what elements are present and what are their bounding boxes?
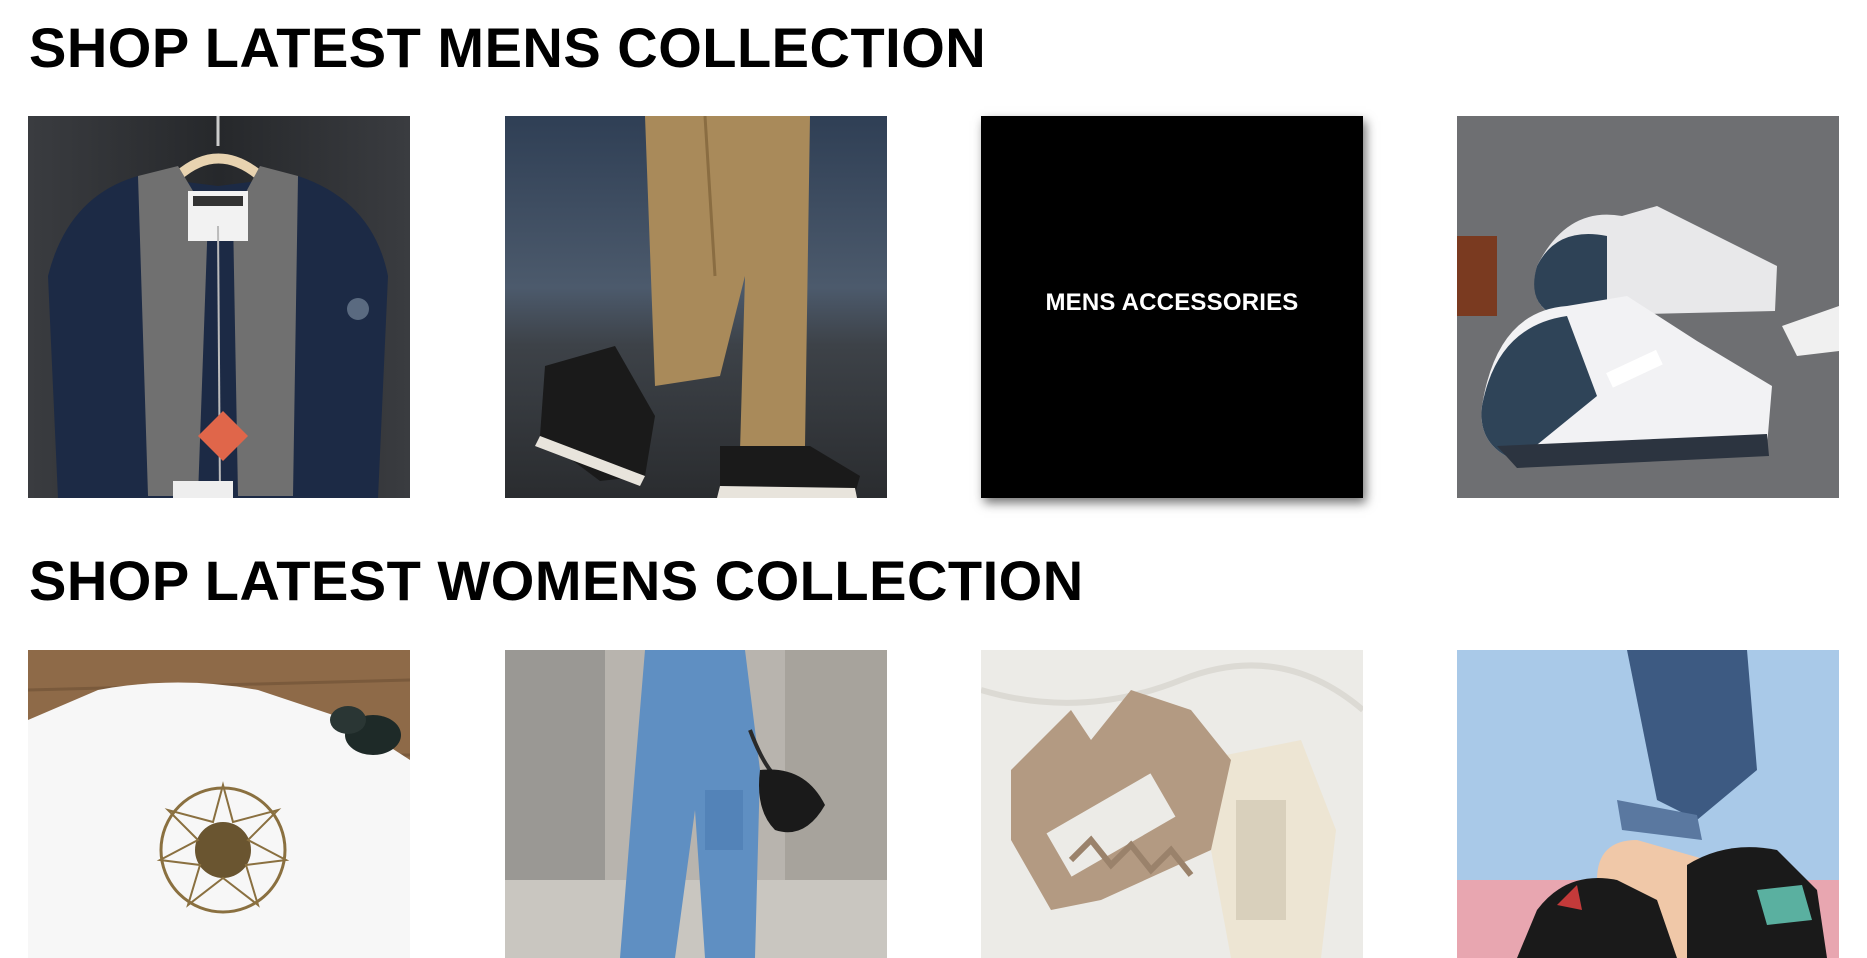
tshirt-image [28,650,410,958]
mens-pants-tile[interactable] [505,116,887,498]
pants-image [505,116,887,498]
womens-sneakers-image [1457,650,1839,958]
mens-jacket-tile[interactable] [28,116,410,498]
womens-collection-title: SHOP LATEST WOMENS COLLECTION [29,549,1084,612]
sneakers-image [1457,116,1839,498]
mens-sneakers-tile[interactable] [1457,116,1839,498]
mens-accessories-label: MENS ACCESSORIES [1045,289,1299,316]
womens-jeans-tile[interactable] [505,650,887,958]
womens-hair-claws-tile[interactable] [981,650,1363,958]
mens-collection-title: SHOP LATEST MENS COLLECTION [29,16,987,79]
jeans-image [505,650,887,958]
mens-accessories-tile[interactable]: MENS ACCESSORIES [981,116,1363,498]
womens-tshirt-tile[interactable] [28,650,410,958]
womens-sneakers-tile[interactable] [1457,650,1839,958]
jacket-image [28,116,410,498]
hair-claws-image [981,650,1363,958]
